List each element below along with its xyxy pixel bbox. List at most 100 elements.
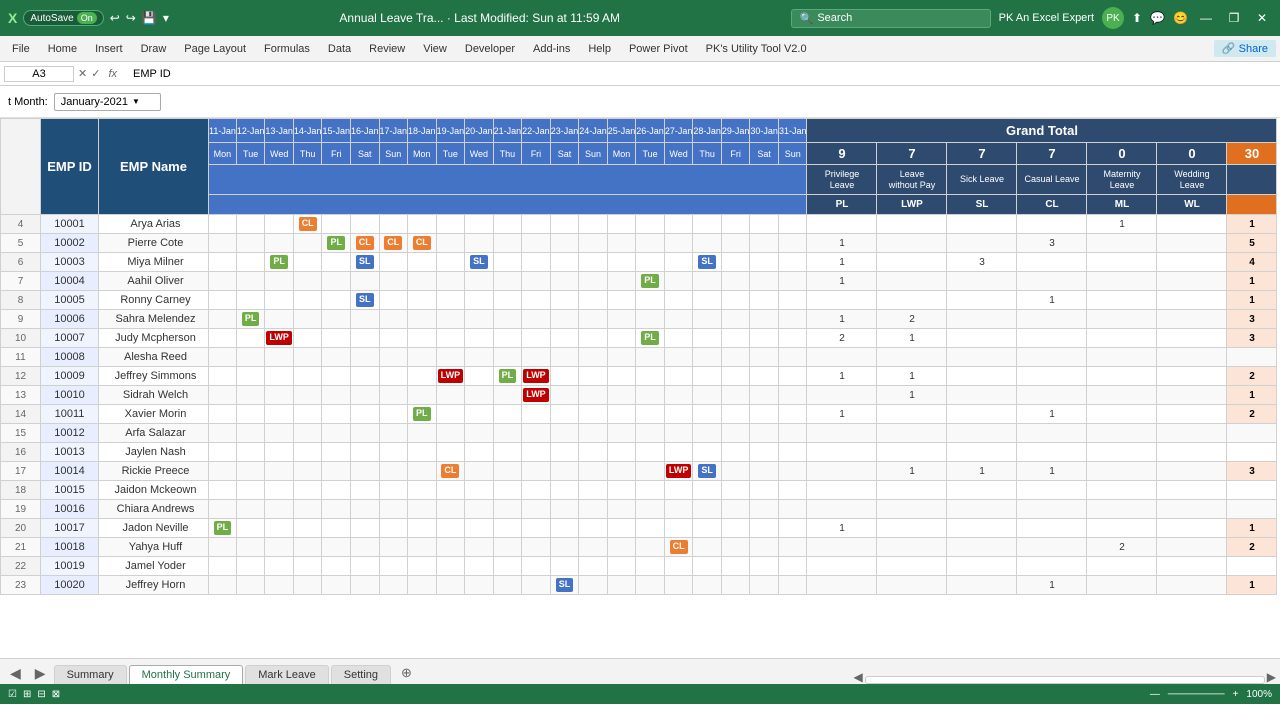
emp-name-cell[interactable]: Jaylen Nash (99, 443, 209, 462)
day-cell[interactable] (778, 329, 807, 348)
day-cell[interactable] (607, 557, 636, 576)
day-cell[interactable] (607, 310, 636, 329)
day-cell[interactable] (350, 500, 379, 519)
comment-icon[interactable]: 💬 (1150, 11, 1165, 25)
emp-id-cell[interactable]: 10010 (41, 386, 99, 405)
emp-id-cell[interactable]: 10012 (41, 424, 99, 443)
ribbon-file[interactable]: File (4, 41, 38, 57)
day-cell[interactable] (293, 443, 322, 462)
day-cell[interactable] (293, 424, 322, 443)
day-cell[interactable] (379, 272, 408, 291)
day-cell[interactable] (465, 310, 494, 329)
day-cell[interactable] (265, 557, 294, 576)
day-cell[interactable] (408, 291, 437, 310)
day-cell[interactable] (550, 291, 579, 310)
day-cell[interactable] (293, 538, 322, 557)
day-cell[interactable] (379, 329, 408, 348)
day-cell[interactable] (493, 424, 522, 443)
emp-id-cell[interactable]: 10020 (41, 576, 99, 595)
day-cell[interactable] (778, 576, 807, 595)
day-cell[interactable] (236, 576, 265, 595)
day-cell[interactable] (693, 234, 722, 253)
day-cell[interactable]: LWP (436, 367, 465, 386)
formula-input[interactable] (129, 67, 1276, 81)
day-cell[interactable] (379, 500, 408, 519)
day-cell[interactable] (350, 538, 379, 557)
day-cell[interactable] (750, 576, 779, 595)
day-cell[interactable] (522, 329, 551, 348)
emp-name-cell[interactable]: Jadon Neville (99, 519, 209, 538)
day-cell[interactable] (436, 557, 465, 576)
day-cell[interactable] (436, 310, 465, 329)
day-cell[interactable] (408, 538, 437, 557)
day-cell[interactable]: CL (664, 538, 693, 557)
formula-bar-confirm[interactable]: ✓ (91, 67, 100, 80)
emp-name-cell[interactable]: Aahil Oliver (99, 272, 209, 291)
sheet-scroll[interactable]: EMP ID EMP Name 11-Jan 12-Jan 13-Jan 14-… (0, 118, 1280, 658)
day-cell[interactable] (408, 481, 437, 500)
day-cell[interactable] (236, 405, 265, 424)
day-cell[interactable] (209, 215, 237, 234)
day-cell[interactable] (579, 538, 608, 557)
day-cell[interactable] (350, 424, 379, 443)
ribbon-powerpivot[interactable]: Power Pivot (621, 41, 696, 57)
day-cell[interactable] (579, 519, 608, 538)
day-cell[interactable] (664, 348, 693, 367)
day-cell[interactable] (550, 234, 579, 253)
day-cell[interactable] (209, 424, 237, 443)
day-cell[interactable] (236, 386, 265, 405)
emp-id-cell[interactable]: 10011 (41, 405, 99, 424)
day-cell[interactable] (522, 215, 551, 234)
day-cell[interactable] (721, 386, 750, 405)
day-cell[interactable] (721, 348, 750, 367)
day-cell[interactable] (550, 253, 579, 272)
emp-id-cell[interactable]: 10003 (41, 253, 99, 272)
restore-button[interactable]: ❐ (1224, 8, 1244, 28)
month-dropdown[interactable]: January-2021 ▼ (54, 93, 161, 111)
day-cell[interactable] (750, 500, 779, 519)
day-cell[interactable] (721, 253, 750, 272)
emp-name-cell[interactable]: Ronny Carney (99, 291, 209, 310)
day-cell[interactable]: PL (408, 405, 437, 424)
day-cell[interactable] (693, 576, 722, 595)
day-cell[interactable] (265, 443, 294, 462)
day-cell[interactable] (550, 329, 579, 348)
day-cell[interactable] (408, 367, 437, 386)
day-cell[interactable] (209, 462, 237, 481)
day-cell[interactable] (750, 538, 779, 557)
day-cell[interactable] (636, 481, 665, 500)
ribbon-view[interactable]: View (415, 41, 455, 57)
day-cell[interactable] (579, 291, 608, 310)
day-cell[interactable]: PL (493, 367, 522, 386)
day-cell[interactable] (465, 329, 494, 348)
day-cell[interactable] (607, 519, 636, 538)
day-cell[interactable] (293, 519, 322, 538)
day-cell[interactable] (522, 519, 551, 538)
day-cell[interactable] (379, 405, 408, 424)
day-cell[interactable] (664, 367, 693, 386)
emp-name-cell[interactable]: Xavier Morin (99, 405, 209, 424)
day-cell[interactable]: PL (636, 329, 665, 348)
day-cell[interactable] (465, 348, 494, 367)
zoom-out-icon[interactable]: — (1150, 689, 1160, 700)
day-cell[interactable] (607, 443, 636, 462)
day-cell[interactable] (322, 329, 351, 348)
day-cell[interactable] (209, 443, 237, 462)
day-cell[interactable] (379, 215, 408, 234)
emp-name-cell[interactable]: Sidrah Welch (99, 386, 209, 405)
day-cell[interactable] (465, 500, 494, 519)
day-cell[interactable] (209, 557, 237, 576)
day-cell[interactable] (209, 481, 237, 500)
day-cell[interactable] (750, 367, 779, 386)
day-cell[interactable] (236, 538, 265, 557)
day-cell[interactable] (465, 538, 494, 557)
day-cell[interactable] (493, 576, 522, 595)
day-cell[interactable] (778, 310, 807, 329)
day-cell[interactable] (379, 348, 408, 367)
day-cell[interactable] (236, 272, 265, 291)
day-cell[interactable] (664, 329, 693, 348)
day-cell[interactable] (265, 519, 294, 538)
day-cell[interactable] (408, 253, 437, 272)
day-cell[interactable] (550, 424, 579, 443)
day-cell[interactable] (522, 462, 551, 481)
